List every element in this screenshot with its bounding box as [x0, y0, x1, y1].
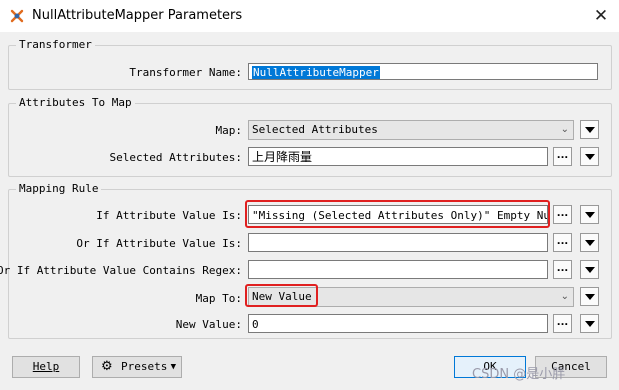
help-button-label: Help	[32, 360, 60, 373]
map-to-label: Map To:	[195, 292, 242, 305]
regex-dropdown[interactable]	[580, 260, 599, 279]
regex-label: Or If Attribute Value Contains Regex:	[0, 264, 242, 277]
mapping-rule-group-title: Mapping Rule	[16, 182, 102, 195]
transformer-group-title: Transformer	[16, 38, 95, 51]
if-value-ellipsis-button[interactable]: ...	[553, 205, 572, 224]
map-select[interactable]: Selected Attributes ⌄	[248, 120, 574, 140]
new-value-input[interactable]: 0	[248, 314, 548, 333]
transformer-name-input[interactable]: NullAttributeMapper	[248, 63, 598, 80]
regex-ellipsis-button[interactable]: ...	[553, 260, 572, 279]
new-value-label: New Value:	[175, 318, 242, 331]
if-value-label: If Attribute Value Is:	[96, 209, 242, 222]
presets-button[interactable]: ⚙ Presets ▼	[92, 356, 182, 378]
selected-attributes-ellipsis-button[interactable]: ...	[553, 147, 572, 166]
or-if-value-ellipsis-button[interactable]: ...	[553, 233, 572, 252]
fme-transformer-icon	[10, 9, 24, 23]
regex-input[interactable]	[248, 260, 548, 279]
map-select-value: Selected Attributes	[252, 123, 378, 136]
map-to-dropdown[interactable]	[580, 287, 599, 306]
highlight-box-if-value	[245, 200, 550, 228]
or-if-value-input[interactable]	[248, 233, 548, 252]
attributes-group-title: Attributes To Map	[16, 96, 135, 109]
selected-attributes-label: Selected Attributes:	[109, 151, 242, 164]
selected-attributes-dropdown[interactable]	[580, 147, 599, 166]
chevron-down-icon: ⌄	[560, 124, 569, 135]
caret-down-icon: ▼	[170, 362, 176, 372]
chevron-down-icon: ⌄	[560, 291, 569, 302]
transformer-name-label: Transformer Name:	[129, 66, 242, 79]
presets-button-label: Presets	[121, 360, 168, 373]
help-button[interactable]: Help	[12, 356, 80, 378]
title-bar: NullAttributeMapper Parameters ✕	[0, 0, 619, 32]
or-if-value-label: Or If Attribute Value Is:	[76, 237, 242, 250]
close-button[interactable]: ✕	[588, 4, 614, 28]
selected-attributes-input[interactable]: 上月降雨量	[248, 147, 548, 166]
gear-icon: ⚙	[101, 359, 113, 374]
new-value-dropdown[interactable]	[580, 314, 599, 333]
map-options-dropdown[interactable]	[580, 120, 599, 139]
map-label: Map:	[215, 124, 243, 137]
if-value-dropdown[interactable]	[580, 205, 599, 224]
transformer-name-value: NullAttributeMapper	[252, 66, 380, 79]
or-if-value-dropdown[interactable]	[580, 233, 599, 252]
window-title: NullAttributeMapper Parameters	[32, 8, 243, 23]
highlight-box-map-to	[245, 284, 318, 307]
csdn-watermark: CSDN @是小胖	[472, 367, 566, 382]
new-value-ellipsis-button[interactable]: ...	[553, 314, 572, 333]
